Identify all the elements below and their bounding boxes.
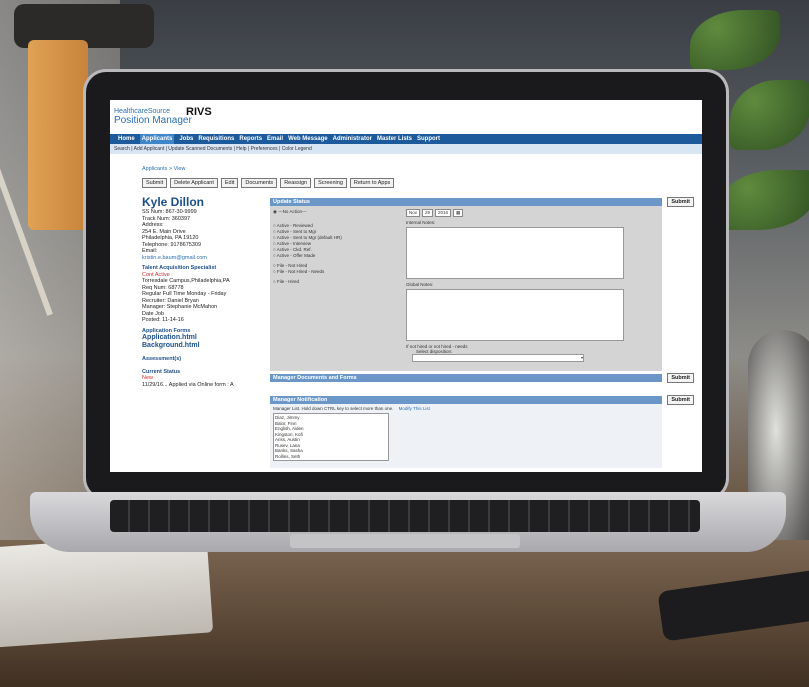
global-notes-textarea[interactable]: [406, 289, 624, 341]
nav-master-lists[interactable]: Master Lists: [377, 134, 412, 144]
status-options: ◉ ---No Action--- ○ Active - Reviewed ○ …: [273, 209, 399, 285]
nav-applicants[interactable]: Applicants: [139, 134, 175, 144]
application-form-link[interactable]: Application.html: [142, 334, 260, 342]
laptop-keyboard: [110, 500, 700, 532]
manager-docs-submit-button[interactable]: Submit: [667, 373, 694, 383]
notes-area: Nov 29 2016 ▦ Internal Notes: Global Not…: [406, 209, 624, 362]
nav-email[interactable]: Email: [267, 134, 283, 144]
update-status-title: Update Status: [273, 199, 310, 205]
internal-notes-label: Internal Notes:: [406, 220, 436, 225]
month-select[interactable]: Nov: [406, 209, 421, 217]
day-select[interactable]: 29: [422, 209, 434, 217]
laptop-screen: HealthcareSource Position Manager RIVS H…: [110, 100, 702, 472]
laptop-trackpad: [290, 534, 520, 548]
return-to-apps-button[interactable]: Return to Apps: [349, 178, 395, 188]
plant-leaf: [720, 170, 809, 230]
assessments-heading: Assessment(s): [142, 356, 182, 362]
manager-list-hint: Manager List. Hold down CTRL key to sele…: [273, 406, 394, 411]
modify-list-link[interactable]: Modify This List: [399, 406, 430, 411]
logo-top-text: HealthcareSource: [114, 108, 171, 115]
manager-notification-header: Manager Notification Submit: [270, 395, 694, 405]
nav-jobs[interactable]: Jobs: [179, 134, 193, 144]
applicant-name: Kyle Dillon: [142, 195, 205, 209]
documents-button[interactable]: Documents: [241, 178, 278, 188]
reassign-button[interactable]: Reassign: [280, 178, 312, 188]
nav-requisitions[interactable]: Requisitions: [198, 134, 234, 144]
manager-docs-title: Manager Documents and Forms: [273, 375, 357, 381]
current-status-note: 11/29/16... Applied via Online form : A: [142, 381, 234, 388]
logo-main-text: Position Manager: [114, 115, 192, 126]
list-item[interactable]: Rollins, Seth: [275, 454, 387, 460]
manager-notification-title: Manager Notification: [273, 397, 328, 403]
update-status-submit-button[interactable]: Submit: [667, 197, 694, 207]
nav-administrator[interactable]: Administrator: [333, 134, 372, 144]
date-selects: Nov 29 2016 ▦: [406, 209, 624, 217]
status-option[interactable]: ○ File - Hired: [273, 279, 399, 285]
breadcrumb[interactable]: Applicants > View: [142, 166, 185, 172]
right-panels: Update Status Submit ◉ ---No Action--- ○…: [270, 197, 694, 468]
sub-nav[interactable]: Search | Add Applicant | Update Scanned …: [110, 144, 702, 154]
manager-notification-body: Manager List. Hold down CTRL key to sele…: [270, 404, 662, 468]
internal-notes-textarea[interactable]: [406, 227, 624, 279]
manager-docs-header: Manager Documents and Forms Submit: [270, 373, 694, 383]
year-select[interactable]: 2016: [435, 209, 452, 217]
edit-button[interactable]: Edit: [220, 178, 239, 188]
app-title: RIVS: [186, 106, 212, 118]
screening-button[interactable]: Screening: [314, 178, 347, 188]
update-status-header: Update Status Submit: [270, 197, 694, 207]
manager-notification-submit-button[interactable]: Submit: [667, 395, 694, 405]
applicant-details: Kyle Dillon SS Num: 867-30-9999 Track Nu…: [142, 196, 260, 388]
submit-button[interactable]: Submit: [142, 178, 168, 188]
email-link[interactable]: kristin.e.baum@gmail.com: [142, 255, 260, 262]
nav-reports[interactable]: Reports: [239, 134, 262, 144]
lamp-arm: [28, 40, 88, 230]
action-buttons: Submit Delete Applicant Edit Documents R…: [142, 178, 395, 188]
calendar-icon[interactable]: ▦: [453, 209, 464, 217]
plant-leaf: [730, 80, 809, 150]
nav-web-message[interactable]: Web Message: [288, 134, 328, 144]
global-notes-label: Global Notes:: [406, 282, 434, 287]
background-form-link[interactable]: Background.html: [142, 342, 260, 350]
logo: HealthcareSource Position Manager: [114, 108, 192, 126]
manager-list[interactable]: Diaz, Jimmy Balor, Finn English, Aiden K…: [273, 413, 389, 461]
nav-support[interactable]: Support: [417, 134, 440, 144]
disposition-select[interactable]: ▾: [412, 354, 584, 362]
nav-home[interactable]: Home: [118, 134, 135, 144]
delete-applicant-button[interactable]: Delete Applicant: [170, 178, 218, 188]
update-status-body: ◉ ---No Action--- ○ Active - Reviewed ○ …: [270, 206, 662, 371]
main-nav: Home Applicants Jobs Requisitions Report…: [110, 134, 702, 144]
posted-date: Posted: 11-14-16: [142, 317, 184, 323]
plant-leaf: [690, 10, 780, 70]
